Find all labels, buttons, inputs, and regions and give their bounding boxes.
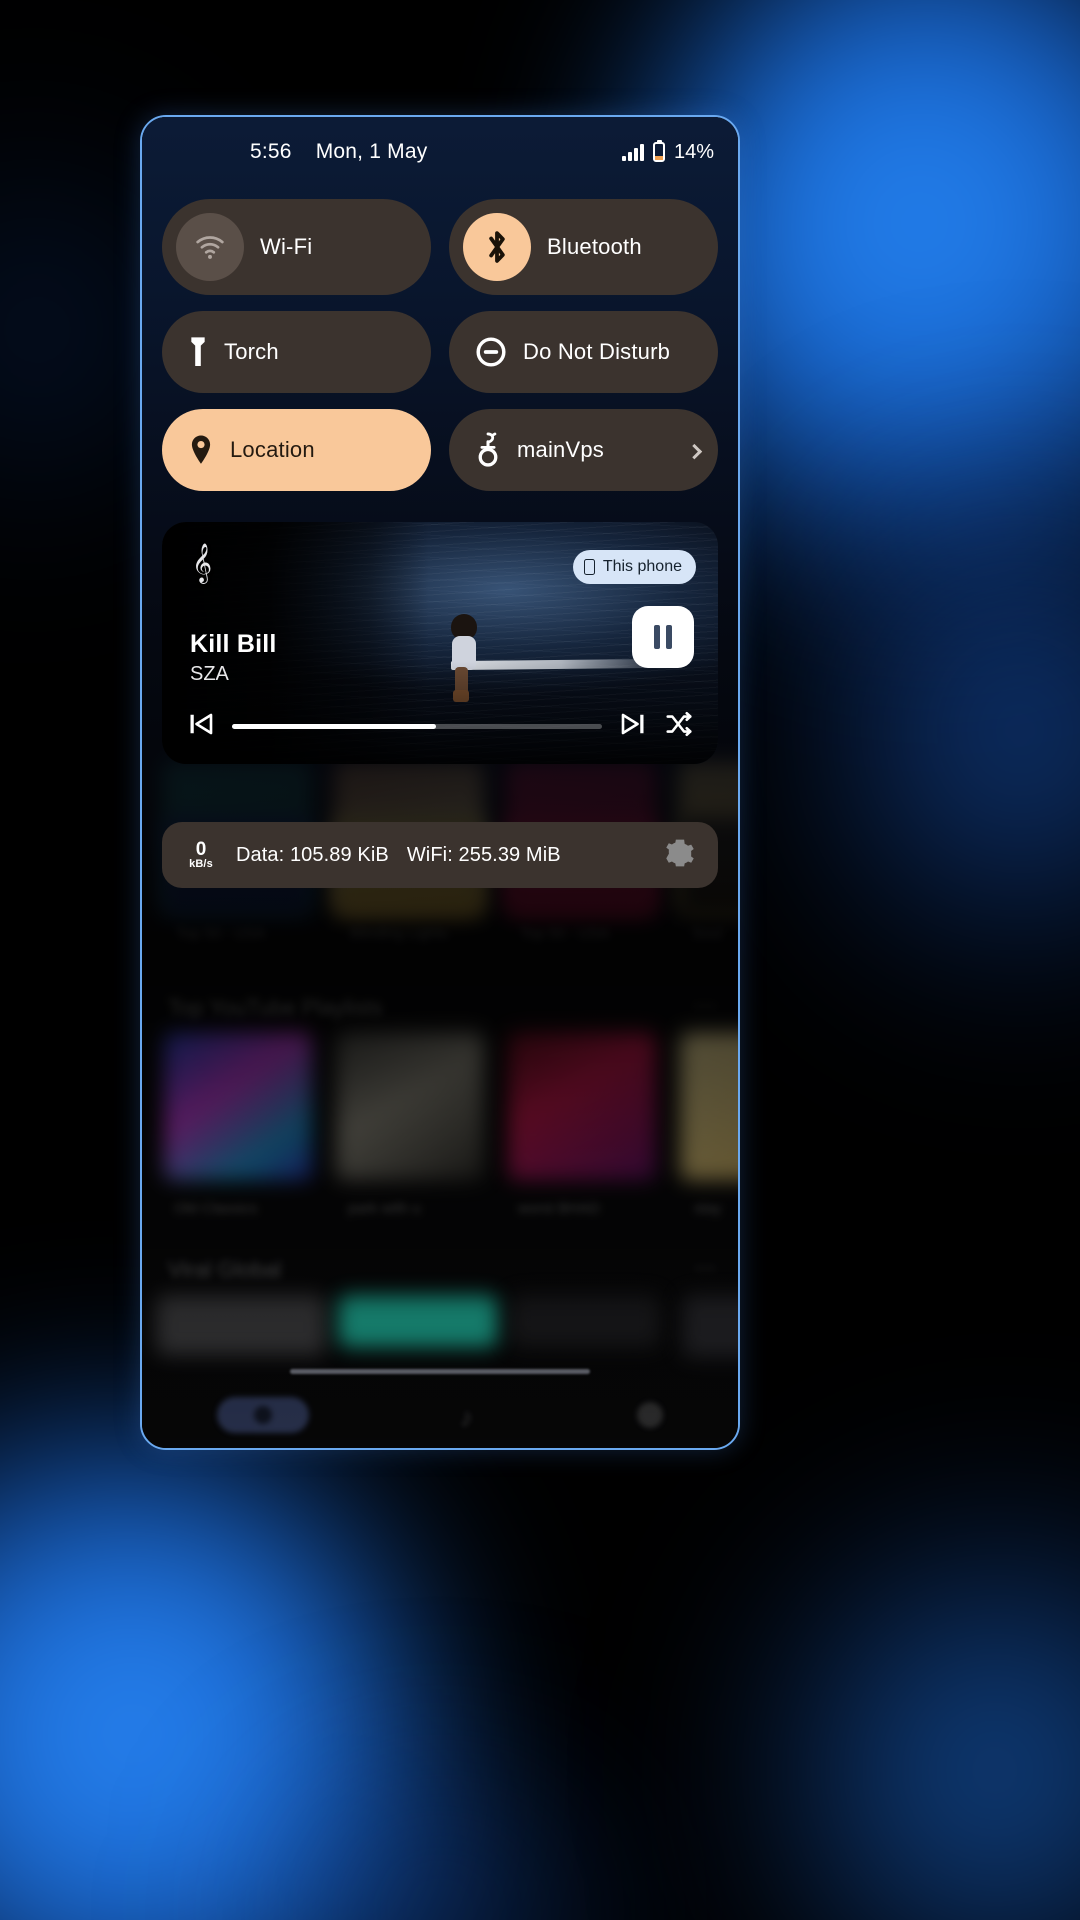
shuffle-icon[interactable] bbox=[664, 709, 694, 744]
media-track-info: Kill Bill SZA bbox=[190, 630, 277, 686]
qs-tile-label: mainVps bbox=[517, 437, 604, 462]
mobile-data-label: Data: 105.89 KiB bbox=[236, 843, 389, 866]
skip-next-icon[interactable] bbox=[618, 709, 648, 744]
network-speed-indicator: 0 kB/s bbox=[184, 840, 218, 870]
qs-tile-do-not-disturb[interactable]: Do Not Disturb bbox=[449, 311, 718, 393]
battery-low-icon bbox=[652, 140, 665, 162]
wifi-data-label: WiFi: 255.39 MiB bbox=[406, 843, 561, 866]
skip-previous-icon[interactable] bbox=[186, 709, 216, 744]
qs-row-1: Wi-Fi Bluetooth bbox=[162, 199, 718, 295]
qs-tile-wifi[interactable]: Wi-Fi bbox=[162, 199, 431, 295]
gear-icon[interactable] bbox=[664, 837, 696, 874]
media-output-label: This phone bbox=[602, 558, 682, 575]
location-pin-icon bbox=[188, 434, 214, 466]
qs-tile-label: Location bbox=[230, 437, 315, 462]
status-bar: 5:56 Mon, 1 May 14% bbox=[142, 117, 738, 187]
phone-icon bbox=[583, 559, 595, 575]
media-controls bbox=[186, 706, 694, 746]
qs-row-2: Torch Do Not Disturb bbox=[162, 311, 718, 393]
music-note-icon: 𝄞 bbox=[192, 544, 213, 582]
status-date: Mon, 1 May bbox=[315, 140, 428, 163]
quick-settings-grid: Wi-Fi Bluetooth Torch Do Not Disturb Loc… bbox=[162, 199, 718, 507]
network-speed-unit: kB/s bbox=[189, 858, 213, 870]
qs-tile-torch[interactable]: Torch bbox=[162, 311, 431, 393]
qs-tile-label: Torch bbox=[224, 339, 279, 364]
do-not-disturb-icon bbox=[475, 336, 507, 368]
media-player-card[interactable]: 𝄞 This phone Kill Bill SZA bbox=[162, 522, 718, 764]
status-time: 5:56 bbox=[250, 140, 292, 163]
network-speed-value: 0 bbox=[195, 839, 207, 860]
qs-tile-label: Wi-Fi bbox=[260, 234, 313, 259]
qs-tile-mainvps[interactable]: mainVps bbox=[449, 409, 718, 491]
signal-bars-icon bbox=[622, 143, 644, 161]
data-usage-bar[interactable]: 0 kB/s Data: 105.89 KiB WiFi: 255.39 MiB bbox=[162, 822, 718, 888]
media-artist: SZA bbox=[190, 663, 229, 685]
flashlight-icon bbox=[188, 336, 208, 368]
qs-tile-location[interactable]: Location bbox=[162, 409, 431, 491]
bluetooth-icon bbox=[463, 213, 531, 281]
qs-tile-label: Bluetooth bbox=[547, 234, 642, 259]
media-progress-bar[interactable] bbox=[232, 723, 602, 729]
media-title: Kill Bill bbox=[190, 630, 277, 658]
chevron-right-icon[interactable] bbox=[686, 443, 703, 460]
wallpaper-glow-bottom-right bbox=[760, 1490, 1080, 1920]
battery-percent-label: 14% bbox=[673, 140, 714, 163]
phone-frame: Top 50 - USA Blinding Lights Top 50 - US… bbox=[140, 115, 740, 1450]
qs-tile-bluetooth[interactable]: Bluetooth bbox=[449, 199, 718, 295]
qs-row-3: Location mainVps bbox=[162, 409, 718, 491]
media-play-pause-button[interactable] bbox=[632, 606, 694, 668]
qs-tile-label: Do Not Disturb bbox=[523, 339, 671, 364]
wifi-icon bbox=[176, 213, 244, 281]
vpn-key-icon bbox=[475, 432, 501, 468]
media-output-chip[interactable]: This phone bbox=[572, 550, 696, 584]
